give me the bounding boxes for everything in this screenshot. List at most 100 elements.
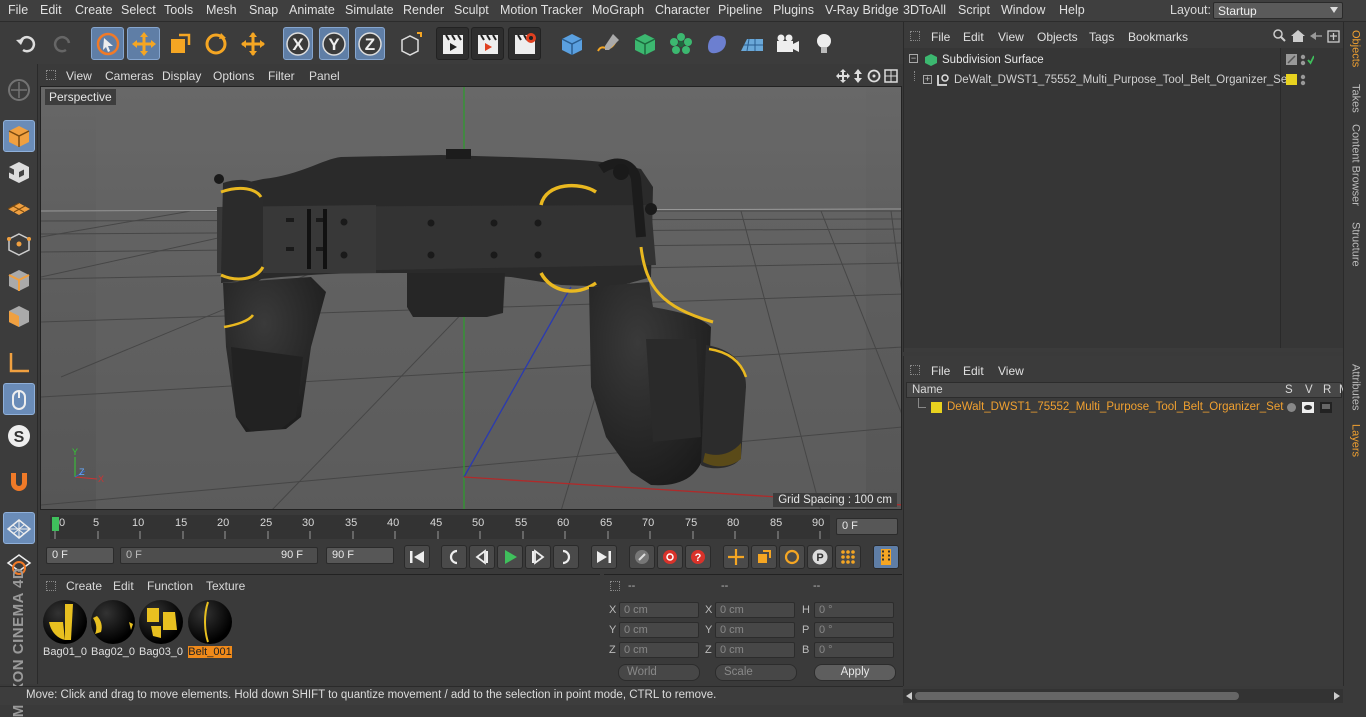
search-icon[interactable] <box>1273 29 1286 42</box>
go-to-start-button[interactable] <box>404 545 430 569</box>
workplane-lock-button[interactable] <box>3 512 35 544</box>
menu-sculpt[interactable]: Sculpt <box>454 3 489 17</box>
record-active-button[interactable] <box>629 545 655 569</box>
layer-menu-view[interactable]: View <box>998 364 1024 378</box>
make-editable-button[interactable] <box>3 74 35 106</box>
render-to-picture-viewer-button[interactable] <box>471 27 504 60</box>
material-swatch[interactable]: Bag03_0 <box>139 600 183 658</box>
y-axis-lock-button[interactable]: Y <box>319 27 349 60</box>
viewport-menu-view[interactable]: View <box>66 69 92 83</box>
texture-mode-button[interactable] <box>3 156 35 188</box>
render-view-button[interactable] <box>436 27 469 60</box>
expand-icon[interactable]: + <box>923 75 932 84</box>
add-cube-button[interactable] <box>555 27 588 60</box>
key-parameter-button[interactable]: P <box>807 545 833 569</box>
go-to-end-button[interactable] <box>591 545 617 569</box>
render-settings-button[interactable] <box>508 27 541 60</box>
menu-tools[interactable]: Tools <box>164 3 193 17</box>
column-render[interactable]: R <box>1323 384 1331 396</box>
menu-help[interactable]: Help <box>1059 3 1085 17</box>
position-y-field[interactable]: 0 cm <box>619 622 699 638</box>
scale-select[interactable]: Scale <box>715 664 797 681</box>
size-y-field[interactable]: 0 cm <box>715 622 795 638</box>
live-selection-button[interactable] <box>91 27 124 60</box>
menu-animate[interactable]: Animate <box>289 3 335 17</box>
size-z-field[interactable]: 0 cm <box>715 642 795 658</box>
enable-snap-button[interactable] <box>3 466 35 498</box>
menu-file[interactable]: File <box>8 3 28 17</box>
rotation-p-field[interactable]: 0 ° <box>814 622 894 638</box>
size-x-field[interactable]: 0 cm <box>715 602 795 618</box>
layout-select[interactable]: Startup <box>1213 2 1343 19</box>
add-generator-button[interactable] <box>628 27 661 60</box>
menu-3dtoall[interactable]: 3DToAll <box>903 3 946 17</box>
scroll-right-icon[interactable] <box>1334 692 1340 700</box>
material-swatch[interactable]: Bag02_0 <box>91 600 135 658</box>
z-axis-lock-button[interactable]: Z <box>355 27 385 60</box>
menu-create[interactable]: Create <box>75 3 113 17</box>
object-row-belt[interactable]: + DeWalt_DWST1_75552_Multi_Purpose_Tool_… <box>904 71 1344 90</box>
add-light-button[interactable] <box>807 27 840 60</box>
object-manager-nav[interactable] <box>1272 28 1342 44</box>
material-menu-function[interactable]: Function <box>147 579 193 593</box>
material-menu-edit[interactable]: Edit <box>113 579 134 593</box>
menu-script[interactable]: Script <box>958 3 990 17</box>
material-swatch[interactable]: Bag01_0 <box>43 600 87 658</box>
menu-motion-tracker[interactable]: Motion Tracker <box>500 3 583 17</box>
3d-viewport[interactable]: Y Z X Perspective Grid Spacing : 100 cm <box>40 86 902 510</box>
layer-menu-edit[interactable]: Edit <box>963 364 984 378</box>
keyframe-selection-button[interactable]: ? <box>685 545 711 569</box>
autokey-button[interactable] <box>657 545 683 569</box>
zoom-icon[interactable] <box>854 69 862 83</box>
eye-icon[interactable] <box>1302 402 1314 413</box>
column-visible[interactable]: V <box>1305 384 1313 396</box>
scroll-left-icon[interactable] <box>906 692 912 700</box>
play-button[interactable] <box>497 545 523 569</box>
undo-button[interactable] <box>10 27 43 60</box>
axis-mode-button[interactable] <box>3 347 35 379</box>
apply-button[interactable]: Apply <box>814 664 896 681</box>
model-mode-button[interactable] <box>3 120 35 152</box>
object-menu-file[interactable]: File <box>931 30 950 44</box>
add-spline-button[interactable] <box>591 27 624 60</box>
end-frame-field[interactable]: 90 F <box>326 547 394 564</box>
current-frame-field[interactable]: 0 F <box>836 518 898 535</box>
viewport-menu-options[interactable]: Options <box>213 69 254 83</box>
orbit-icon[interactable] <box>867 69 881 83</box>
x-axis-lock-button[interactable]: X <box>283 27 313 60</box>
rotate-tool-button[interactable] <box>199 27 232 60</box>
previous-frame-button[interactable] <box>469 545 495 569</box>
tab-objects[interactable]: Objects <box>1344 30 1366 67</box>
key-rotation-button[interactable] <box>779 545 805 569</box>
move-tool-button[interactable] <box>127 27 160 60</box>
key-position-button[interactable] <box>723 545 749 569</box>
timeline-window-button[interactable] <box>873 545 899 569</box>
new-view-icon[interactable] <box>1327 30 1340 43</box>
menu-select[interactable]: Select <box>121 3 156 17</box>
points-mode-button[interactable] <box>3 228 35 260</box>
position-x-field[interactable]: 0 cm <box>619 602 699 618</box>
material-swatch-selected[interactable]: Belt_001 <box>188 600 232 658</box>
visibility-dots-icon[interactable] <box>1300 54 1306 66</box>
transform-tool-button[interactable] <box>236 27 269 60</box>
start-frame-field[interactable]: 0 F <box>46 547 114 564</box>
menu-snap[interactable]: Snap <box>249 3 278 17</box>
material-menu-create[interactable]: Create <box>66 579 102 593</box>
render-icon[interactable] <box>1320 402 1332 413</box>
workplane-mode-button[interactable] <box>3 192 35 224</box>
object-row-subdivision[interactable]: − Subdivision Surface <box>904 51 1344 70</box>
viewport-menu-cameras[interactable]: Cameras <box>105 69 154 83</box>
coordinate-system-button[interactable] <box>393 27 426 60</box>
tab-attributes[interactable]: Attributes <box>1344 364 1366 410</box>
home-icon[interactable] <box>1291 30 1305 42</box>
menu-render[interactable]: Render <box>403 3 444 17</box>
position-z-field[interactable]: 0 cm <box>619 642 699 658</box>
scale-tool-button[interactable] <box>163 27 196 60</box>
add-floor-button[interactable] <box>735 27 768 60</box>
viewport-menu-panel[interactable]: Panel <box>309 69 340 83</box>
back-icon[interactable] <box>1310 32 1322 40</box>
maximize-view-icon[interactable] <box>884 69 898 83</box>
menu-mesh[interactable]: Mesh <box>206 3 237 17</box>
menu-pipeline[interactable]: Pipeline <box>718 3 762 17</box>
layer-horizontal-scrollbar[interactable] <box>903 689 1343 703</box>
